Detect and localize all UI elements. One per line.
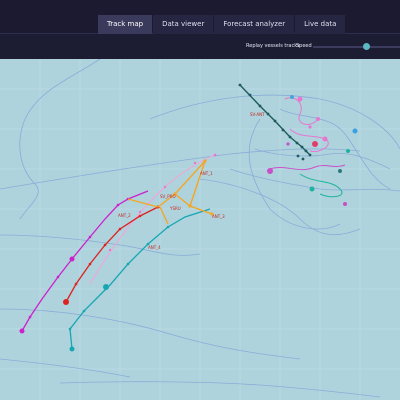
speed-slider-track[interactable] — [313, 46, 400, 48]
track-map[interactable]: SV-ANT ANT_1 ANT_2 ANT_3 ANT_4 YSRU SV_P… — [0, 59, 400, 400]
tab-bar: Track map Data viewer Forecast analyzer … — [98, 15, 346, 34]
map-label-sv-pro: SV_PRO — [160, 194, 176, 199]
tab-live-data[interactable]: Live data — [295, 15, 346, 34]
map-label-sv-ant: SV-ANT — [250, 112, 265, 117]
replay-controls-bar: Replay vessels tracks Speed — [0, 35, 400, 59]
map-grid — [0, 59, 400, 400]
map-label-ant1: ANT_1 — [200, 171, 213, 176]
map-label-ysru: YSRU — [170, 206, 181, 211]
map-label-ant2: ANT_2 — [118, 213, 131, 218]
speed-label: Speed — [296, 43, 312, 49]
vessel-dots-pink — [267, 95, 358, 206]
top-navigation-bar: Track map Data viewer Forecast analyzer … — [0, 0, 400, 34]
replay-tracks-label[interactable]: Replay vessels tracks — [246, 43, 300, 49]
vessel-track-light-pink — [89, 153, 217, 285]
map-label-ant4: ANT_4 — [148, 245, 161, 250]
vessel-track-red — [63, 205, 160, 305]
tab-forecast-analyzer[interactable]: Forecast analyzer — [214, 15, 295, 34]
speed-slider-thumb[interactable] — [362, 43, 370, 50]
tab-data-viewer[interactable]: Data viewer — [153, 15, 214, 34]
map-label-ant3: ANT_3 — [212, 214, 225, 219]
tab-track-map[interactable]: Track map — [98, 15, 153, 34]
vessel-track-teal — [68, 208, 211, 352]
track-map-canvas — [0, 59, 400, 400]
